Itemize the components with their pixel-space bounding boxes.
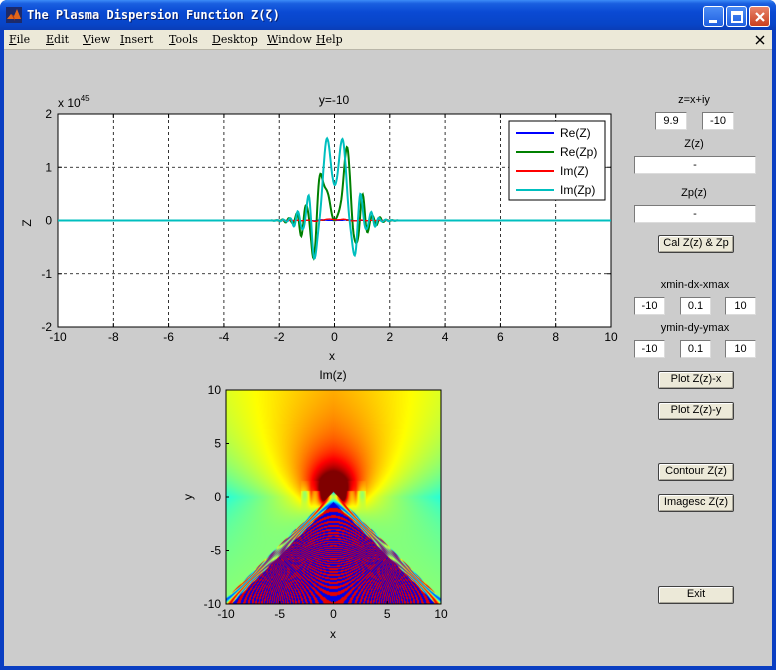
imagesc-button[interactable]: Imagesc Z(z) [658, 494, 734, 512]
x-input[interactable]: 9.9 [655, 112, 687, 130]
title-bar[interactable]: The Plasma Dispersion Function Z(ζ) [0, 0, 776, 30]
y-tick-label: -1 [41, 267, 52, 281]
exit-button[interactable]: Exit [658, 586, 734, 604]
x-tick-label: 0 [331, 330, 338, 344]
maximize-button[interactable] [726, 6, 747, 27]
y-range-label: ymin-dy-ymax [660, 322, 730, 334]
legend-entry: Im(Z) [560, 164, 589, 178]
minimize-icon [709, 20, 717, 23]
line-plot-exponent: x 1045 [58, 94, 90, 110]
Zp-output: - [634, 205, 756, 223]
heatmap-axes[interactable] [226, 390, 441, 604]
maximize-icon [731, 11, 743, 23]
y-tick-label: 0 [45, 214, 52, 228]
x-tick-label: 2 [386, 330, 393, 344]
application-window: The Plasma Dispersion Function Z(ζ) File… [0, 0, 776, 670]
dx-input[interactable]: 0.1 [680, 297, 711, 315]
x-tick-label: 6 [497, 330, 504, 344]
y-tick-label: -2 [41, 320, 52, 334]
Z-output: - [634, 156, 756, 174]
x-range-label: xmin-dx-xmax [660, 279, 730, 291]
contour-button[interactable]: Contour Z(z) [658, 463, 734, 481]
x-tick-label: -6 [163, 330, 174, 344]
x-tick-label: 4 [442, 330, 449, 344]
x-tick-label: 10 [604, 330, 618, 344]
x-tick-label: 8 [552, 330, 559, 344]
menu-window[interactable]: Window [267, 33, 312, 46]
z-label: z=x+iy [678, 94, 710, 106]
x-tick-label: -4 [219, 330, 230, 344]
menu-insert[interactable]: Insert [120, 33, 153, 46]
line-plot-xlabel: x [329, 349, 335, 363]
close-button[interactable] [749, 6, 770, 27]
calc-button[interactable]: Cal Z(z) & Zp [658, 235, 734, 253]
figure-canvas: -10 -8 -6 -4 -2 0 2 4 6 8 10 2 1 0 -1 -2 y=-10 x Z x 10… [4, 51, 772, 666]
window-title: The Plasma Dispersion Function Z(ζ) [27, 8, 280, 22]
client-area: File Edit View Insert Tools Desktop Wind… [4, 30, 772, 666]
matlab-icon [6, 7, 22, 23]
y-tick-label: 1 [45, 160, 52, 174]
menu-tools[interactable]: Tools [169, 33, 198, 46]
menu-edit[interactable]: Edit [46, 33, 69, 46]
y-tick-label: 2 [45, 107, 52, 121]
dy-input[interactable]: 0.1 [680, 340, 711, 358]
heatmap-image [226, 390, 441, 604]
legend-entry: Im(Zp) [560, 183, 595, 197]
menu-file[interactable]: File [9, 33, 30, 46]
line-plot-legend[interactable]: Re(Z) Re(Zp) Im(Z) Im(Zp) [508, 120, 606, 201]
line-plot-title: y=-10 [319, 93, 350, 107]
plot-y-button[interactable]: Plot Z(z)-y [658, 402, 734, 420]
close-icon [755, 12, 765, 22]
Zp-label: Zp(z) [681, 187, 707, 199]
x-tick-label: -2 [274, 330, 285, 344]
Z-label: Z(z) [684, 138, 704, 150]
legend-entry: Re(Zp) [560, 145, 597, 159]
ymax-input[interactable]: 10 [725, 340, 756, 358]
y-input[interactable]: -10 [702, 112, 734, 130]
minimize-button[interactable] [703, 6, 724, 27]
line-plot-ylabel: Z [20, 219, 34, 226]
dock-close-icon[interactable] [754, 34, 766, 46]
menu-bar: File Edit View Insert Tools Desktop Wind… [4, 30, 772, 50]
xmin-input[interactable]: -10 [634, 297, 665, 315]
xmax-input[interactable]: 10 [725, 297, 756, 315]
menu-help[interactable]: Help [316, 33, 343, 46]
menu-desktop[interactable]: Desktop [212, 33, 258, 46]
menu-view[interactable]: View [83, 33, 110, 46]
ymin-input[interactable]: -10 [634, 340, 665, 358]
x-tick-label: -8 [108, 330, 119, 344]
plot-x-button[interactable]: Plot Z(z)-x [658, 371, 734, 389]
legend-entry: Re(Z) [560, 126, 591, 140]
